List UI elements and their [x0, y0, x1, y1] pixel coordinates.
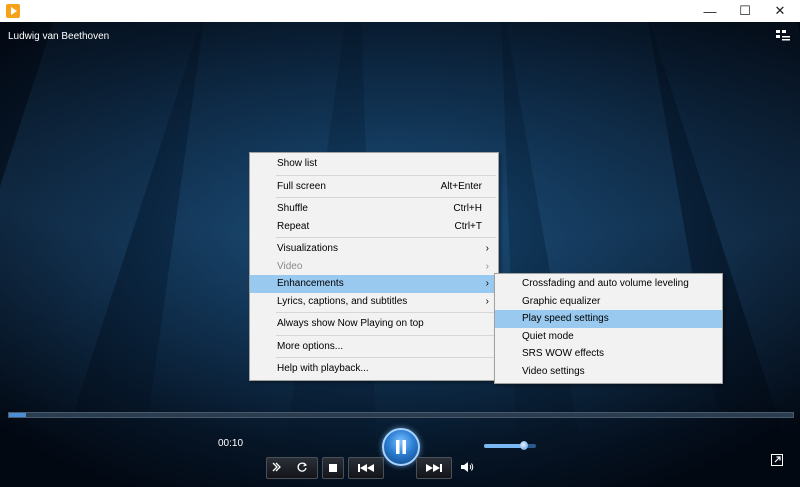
menu-shuffle[interactable]: Shuffle Ctrl+H	[250, 200, 498, 218]
chevron-right-icon: ›	[485, 278, 489, 289]
shortcut-label: Ctrl+T	[454, 220, 483, 232]
menu-always-on-top[interactable]: Always show Now Playing on top	[250, 315, 498, 333]
shuffle-icon[interactable]	[268, 458, 288, 476]
chevron-right-icon: ›	[485, 243, 489, 254]
enhancements-submenu: Crossfading and auto volume leveling Gra…	[494, 273, 723, 384]
maximize-button[interactable]: ☐	[728, 0, 762, 22]
menu-enhancements[interactable]: Enhancements ›	[250, 275, 498, 293]
menu-more-options[interactable]: More options...	[250, 338, 498, 356]
mute-button[interactable]	[458, 458, 476, 476]
chevron-right-icon: ›	[485, 260, 489, 272]
submenu-play-speed-settings[interactable]: Play speed settings	[495, 310, 722, 328]
volume-slider[interactable]	[484, 441, 536, 450]
minimize-button[interactable]: —	[693, 0, 727, 22]
volume-level	[484, 444, 525, 448]
submenu-srs-wow-effects[interactable]: SRS WOW effects	[495, 345, 722, 363]
speaker-icon	[461, 462, 474, 472]
expand-icon	[771, 454, 783, 466]
pause-icon	[396, 440, 406, 454]
stop-button[interactable]	[322, 457, 344, 479]
menu-separator	[276, 237, 496, 238]
stop-icon	[329, 464, 337, 472]
next-icon	[426, 464, 442, 472]
menu-help-with-playback[interactable]: Help with playback...	[250, 360, 498, 378]
previous-button[interactable]	[348, 457, 384, 479]
shortcut-label: Ctrl+H	[453, 203, 482, 214]
submenu-video-settings[interactable]: Video settings	[495, 363, 722, 381]
menu-separator	[276, 197, 496, 198]
submenu-graphic-equalizer[interactable]: Graphic equalizer	[495, 293, 722, 311]
context-menu: Show list Full screen Alt+Enter Shuffle …	[249, 152, 499, 381]
switch-to-library-icon[interactable]	[776, 30, 790, 42]
title-bar: — ☐ ✕	[0, 0, 800, 22]
menu-repeat[interactable]: Repeat Ctrl+T	[250, 218, 498, 236]
close-button[interactable]: ✕	[763, 0, 797, 22]
repeat-icon[interactable]	[292, 458, 312, 476]
menu-full-screen[interactable]: Full screen Alt+Enter	[250, 178, 498, 196]
menu-show-list[interactable]: Show list	[250, 155, 498, 173]
track-title: Ludwig van Beethoven	[8, 31, 110, 42]
menu-separator	[276, 334, 496, 336]
menu-lyrics-captions-subtitles[interactable]: Lyrics, captions, and subtitles ›	[250, 293, 498, 311]
submenu-crossfading[interactable]: Crossfading and auto volume leveling	[495, 275, 722, 293]
elapsed-time: 00:10	[218, 438, 244, 449]
menu-separator	[276, 312, 496, 313]
menu-separator	[276, 357, 496, 358]
seek-progress	[9, 413, 27, 417]
chevron-right-icon: ›	[485, 295, 489, 307]
shortcut-label: Alt+Enter	[440, 180, 482, 192]
submenu-quiet-mode[interactable]: Quiet mode	[495, 328, 722, 346]
menu-visualizations[interactable]: Visualizations ›	[250, 240, 498, 258]
seek-bar[interactable]	[8, 412, 794, 418]
previous-icon	[358, 464, 374, 472]
menu-separator	[276, 174, 496, 176]
pause-button[interactable]	[382, 428, 420, 466]
switch-to-library-button[interactable]	[770, 453, 784, 467]
next-button[interactable]	[416, 457, 452, 479]
menu-video: Video ›	[250, 258, 498, 276]
media-player-icon	[6, 4, 20, 18]
volume-knob[interactable]	[520, 441, 529, 450]
